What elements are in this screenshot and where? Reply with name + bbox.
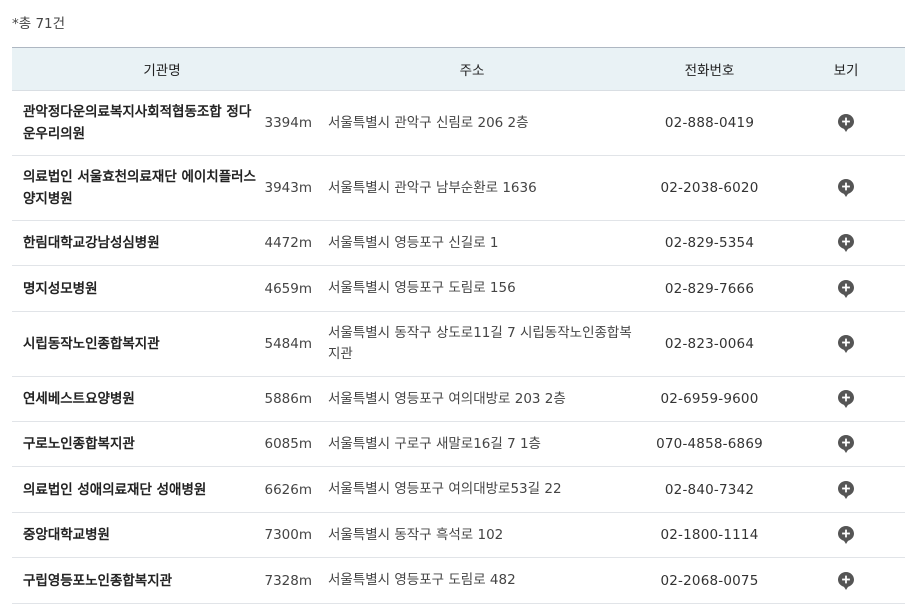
distance: 7300m <box>264 527 312 543</box>
institution-name: 의료법인 서울효천의료재단 에이치플러스 양지병원 <box>23 169 256 207</box>
header-view: 보기 <box>833 63 859 79</box>
institution-name: 한림대학교강남성심병원 <box>23 235 160 251</box>
phone-number: 02-840-7342 <box>664 481 755 498</box>
institution-name: 연세베스트요양병원 <box>23 391 135 407</box>
address: 서울특별시 관악구 신림로 206 2층 <box>328 114 529 131</box>
map-pin-icon[interactable] <box>837 434 855 454</box>
address: 서울특별시 영등포구 도림로 156 <box>328 280 516 296</box>
phone-number: 02-823-0064 <box>664 336 755 352</box>
phone-number: 02-2038-6020 <box>660 180 759 196</box>
view-cell <box>787 525 905 545</box>
address: 서울특별시 영등포구 도림로 482 <box>328 572 516 588</box>
distance: 6626m <box>264 481 312 498</box>
address: 서울특별시 구로구 새말로16길 7 1층 <box>328 435 541 452</box>
address: 서울특별시 영등포구 신길로 1 <box>328 234 499 251</box>
map-pin-icon[interactable] <box>837 279 855 299</box>
table-header: 기관명 주소 전화번호 보기 <box>12 48 905 91</box>
total-count: *총 71건 <box>12 16 66 32</box>
address: 서울특별시 동작구 흑석로 102 <box>328 526 504 543</box>
distance: 5484m <box>264 336 312 352</box>
map-pin-icon[interactable] <box>837 389 855 409</box>
table-row: 의료법인 성애의료재단 성애병원 6626m 서울특별시 영등포구 여의대방로5… <box>12 467 905 513</box>
header-address: 주소 <box>459 63 485 79</box>
view-cell <box>787 389 905 409</box>
distance: 4472m <box>264 235 312 251</box>
view-cell <box>787 480 905 500</box>
institution-name: 시립동작노인종합복지관 <box>23 336 160 352</box>
institution-name: 관악정다운의료복지사회적협동조합 정다운우리의원 <box>23 104 252 142</box>
institution-name: 의료법인 성애의료재단 성애병원 <box>23 481 207 498</box>
distance: 5886m <box>264 391 312 407</box>
table-row: 연세베스트요양병원 5886m 서울특별시 영등포구 여의대방로 203 2층 … <box>12 377 905 422</box>
map-pin-icon[interactable] <box>837 480 855 500</box>
phone-number: 02-6959-9600 <box>660 391 759 407</box>
map-pin-icon[interactable] <box>837 113 855 133</box>
table-row: 구로노인종합복지관 6085m 서울특별시 구로구 새말로16길 7 1층 07… <box>12 422 905 467</box>
header-phone: 전화번호 <box>684 63 735 79</box>
table-row: 구립영등포노인종합복지관 7328m 서울특별시 영등포구 도림로 482 02… <box>12 558 905 604</box>
view-cell <box>787 178 905 198</box>
distance: 3394m <box>264 115 312 131</box>
header-name: 기관명 <box>143 63 181 79</box>
view-cell <box>787 434 905 454</box>
table-row: 명지성모병원 4659m 서울특별시 영등포구 도림로 156 02-829-7… <box>12 266 905 312</box>
institution-name: 구립영등포노인종합복지관 <box>23 572 173 589</box>
view-cell <box>787 334 905 354</box>
map-pin-icon[interactable] <box>837 525 855 545</box>
table-row: 한림대학교강남성심병원 4472m 서울특별시 영등포구 신길로 1 02-82… <box>12 221 905 266</box>
phone-number: 02-829-5354 <box>664 235 755 251</box>
distance: 3943m <box>264 180 312 196</box>
phone-number: 02-2068-0075 <box>660 572 759 589</box>
view-cell <box>787 113 905 133</box>
institution-name: 구로노인종합복지관 <box>23 436 135 452</box>
table-row: 시립동작노인종합복지관 5484m 서울특별시 동작구 상도로11길 7 시립동… <box>12 312 905 377</box>
map-pin-icon[interactable] <box>837 571 855 591</box>
phone-number: 070-4858-6869 <box>656 436 763 452</box>
institution-table: 기관명 주소 전화번호 보기 관악정다운의료복지사회적협동조합 정다운우리의원 … <box>12 47 905 604</box>
map-pin-icon[interactable] <box>837 334 855 354</box>
phone-number: 02-829-7666 <box>664 280 755 297</box>
institution-name: 명지성모병원 <box>23 280 98 297</box>
view-cell <box>787 233 905 253</box>
institution-name: 중앙대학교병원 <box>23 527 110 543</box>
address: 서울특별시 관악구 남부순환로 1636 <box>328 179 537 196</box>
distance: 4659m <box>264 280 312 297</box>
table-body: 관악정다운의료복지사회적협동조합 정다운우리의원 3394m 서울특별시 관악구… <box>12 91 905 604</box>
view-cell <box>787 571 905 591</box>
map-pin-icon[interactable] <box>837 233 855 253</box>
address: 서울특별시 동작구 상도로11길 7 시립동작노인종합복지관 <box>328 325 632 362</box>
address: 서울특별시 영등포구 여의대방로 203 2층 <box>328 390 566 407</box>
distance: 6085m <box>264 436 312 452</box>
phone-number: 02-1800-1114 <box>660 527 759 543</box>
distance: 7328m <box>264 572 312 589</box>
address: 서울특별시 영등포구 여의대방로53길 22 <box>328 481 562 497</box>
map-pin-icon[interactable] <box>837 178 855 198</box>
table-row: 중앙대학교병원 7300m 서울특별시 동작구 흑석로 102 02-1800-… <box>12 513 905 558</box>
table-row: 관악정다운의료복지사회적협동조합 정다운우리의원 3394m 서울특별시 관악구… <box>12 91 905 156</box>
phone-number: 02-888-0419 <box>664 115 755 131</box>
table-row: 의료법인 서울효천의료재단 에이치플러스 양지병원 3943m 서울특별시 관악… <box>12 156 905 221</box>
view-cell <box>787 279 905 299</box>
